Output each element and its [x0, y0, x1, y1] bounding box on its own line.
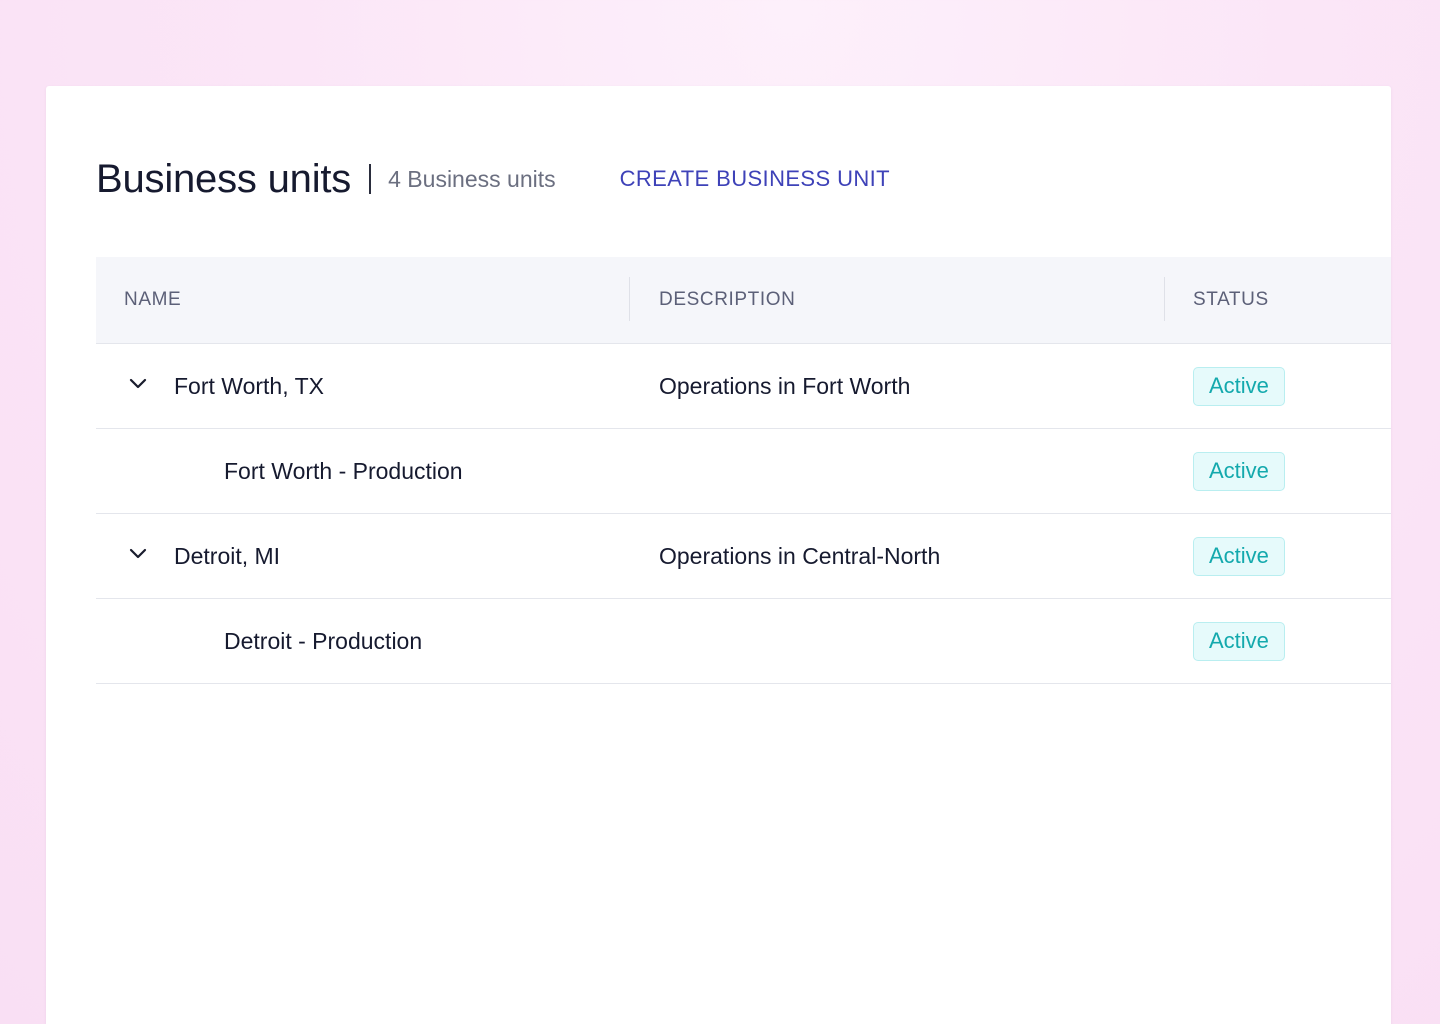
- table-row[interactable]: Fort Worth - Production Active: [96, 429, 1391, 514]
- row-description: Operations in Central-North: [659, 542, 941, 569]
- row-status: Active: [1193, 514, 1285, 598]
- column-header-description[interactable]: DESCRIPTION: [659, 257, 795, 343]
- business-units-panel: Business units 4 Business units CREATE B…: [46, 86, 1391, 1024]
- table-row[interactable]: Detroit, MI Operations in Central-North …: [96, 514, 1391, 599]
- table-row[interactable]: Detroit - Production Active: [96, 599, 1391, 684]
- row-status: Active: [1193, 599, 1285, 683]
- business-unit-count: 4 Business units: [388, 165, 556, 192]
- business-units-table: NAME DESCRIPTION STATUS Fort Worth, TX O…: [96, 257, 1391, 684]
- create-business-unit-button[interactable]: CREATE BUSINESS UNIT: [620, 166, 890, 192]
- column-header-status[interactable]: STATUS: [1193, 257, 1269, 343]
- chevron-down-icon[interactable]: [128, 547, 148, 561]
- status-badge: Active: [1193, 366, 1285, 406]
- column-header-name[interactable]: NAME: [124, 257, 181, 343]
- row-name: Detroit, MI: [174, 542, 281, 569]
- page-title: Business units: [96, 156, 352, 201]
- row-status: Active: [1193, 429, 1285, 513]
- row-name: Fort Worth, TX: [174, 372, 324, 399]
- column-resize-handle[interactable]: [629, 277, 630, 321]
- row-description: Operations in Fort Worth: [659, 372, 911, 399]
- title-divider: [369, 164, 372, 194]
- row-name: Fort Worth - Production: [224, 457, 463, 484]
- table-row[interactable]: Fort Worth, TX Operations in Fort Worth …: [96, 344, 1391, 429]
- row-status: Active: [1193, 344, 1285, 428]
- chevron-down-icon[interactable]: [128, 377, 148, 391]
- status-badge: Active: [1193, 451, 1285, 491]
- table-header: NAME DESCRIPTION STATUS: [96, 257, 1391, 344]
- status-badge: Active: [1193, 621, 1285, 661]
- status-badge: Active: [1193, 536, 1285, 576]
- page-header: Business units 4 Business units CREATE B…: [96, 154, 890, 204]
- column-resize-handle[interactable]: [1164, 277, 1165, 321]
- row-name: Detroit - Production: [224, 627, 423, 654]
